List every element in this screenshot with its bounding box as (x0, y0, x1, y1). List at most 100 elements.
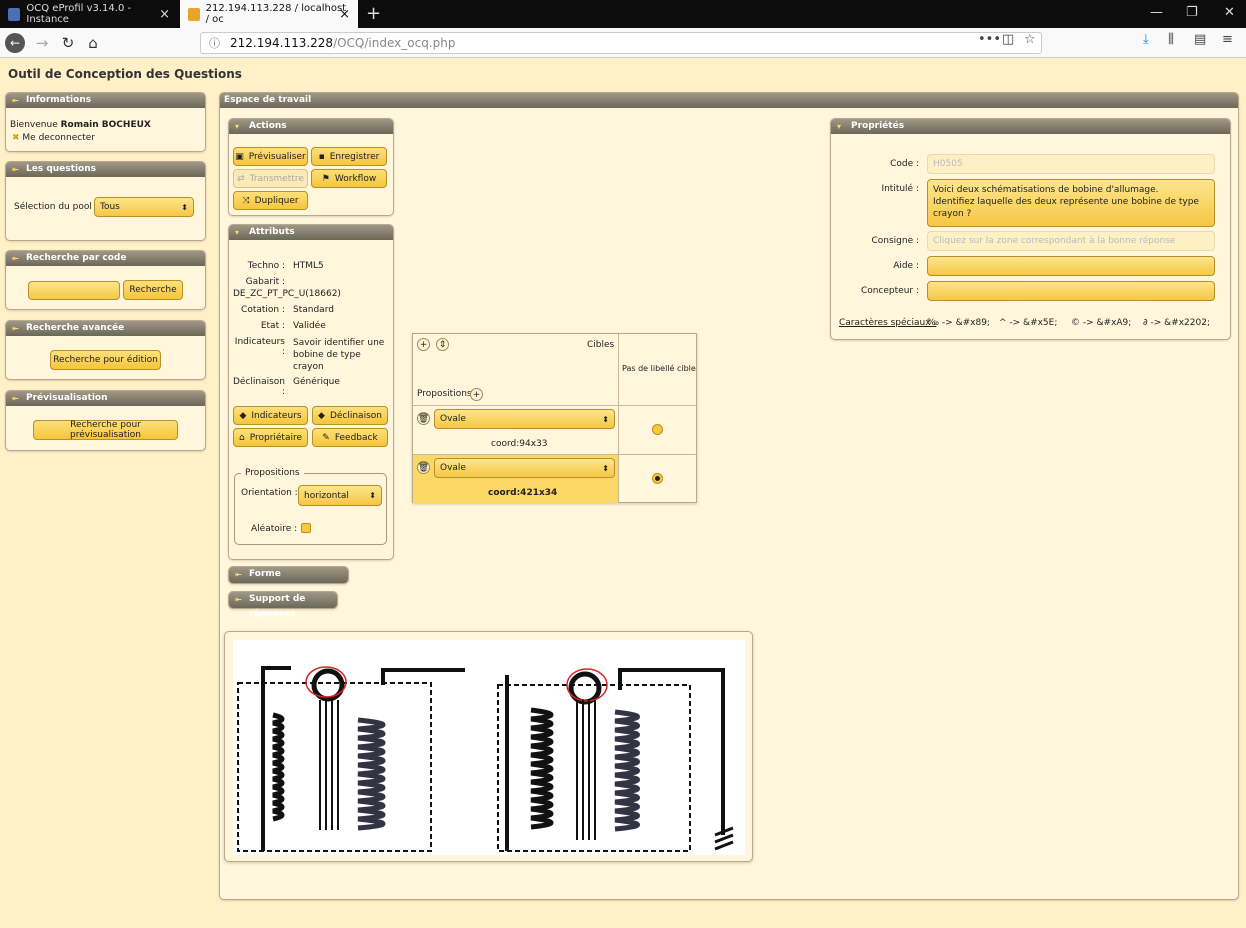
code-field[interactable]: H0505 (927, 154, 1215, 174)
browser-tab-ocq[interactable]: OCQ eProfil v3.14.0 - Instance × (0, 0, 178, 28)
grid-radio-cell (619, 455, 697, 503)
grid-header-cell: + ⇕ Cibles Propositions + (413, 334, 619, 406)
orientation-label: Orientation : (241, 488, 298, 498)
consigne-field[interactable]: Cliquez sur la zone correspondant à la b… (927, 231, 1215, 251)
random-label: Aléatoire : (251, 524, 298, 534)
forme-header[interactable]: Forme (229, 567, 348, 583)
preview-header[interactable]: Prévisualisation (6, 391, 205, 406)
grid-row: 🗑 Ovale coord:94x33 (413, 406, 619, 455)
new-tab-icon[interactable]: + (366, 3, 381, 24)
forward-icon[interactable]: → (32, 33, 52, 53)
consigne-label: Consigne : (871, 236, 919, 246)
propositions-fieldset (234, 473, 387, 545)
indicateurs-button[interactable]: ◆ Indicateurs (233, 406, 308, 425)
browser-tab-phpmyadmin[interactable]: 212.194.113.228 / localhost / oc × (180, 0, 358, 28)
search-code-header[interactable]: Recherche par code (6, 251, 205, 266)
questions-header[interactable]: Les questions (6, 162, 205, 177)
save-button[interactable]: ▪ Enregistrer (311, 147, 387, 166)
target-radio[interactable] (652, 424, 663, 435)
workflow-button[interactable]: ⚑ Workflow (311, 169, 387, 188)
bookmark-star-icon[interactable]: ☆ (1024, 32, 1036, 47)
cotation-value: Standard (293, 305, 334, 315)
feedback-button-label: Feedback (334, 432, 378, 443)
forme-panel: Forme (228, 566, 349, 584)
browser-tab-bar: OCQ eProfil v3.14.0 - Instance × 212.194… (0, 0, 1246, 28)
sort-icon[interactable]: ⇕ (436, 338, 449, 351)
techno-value: HTML5 (293, 261, 324, 271)
pool-select-value: Tous (100, 202, 120, 212)
welcome-text: Bienvenue (10, 120, 58, 130)
code-search-button[interactable]: Recherche (123, 280, 183, 300)
feedback-button[interactable]: ✎ Feedback (312, 428, 388, 447)
indicateurs-value: Savoir identifier une bobine de type cra… (293, 338, 385, 372)
logout-link[interactable]: Me deconnecter (22, 133, 95, 143)
search-preview-button[interactable]: Recherche pour prévisualisation (33, 420, 178, 440)
informations-header[interactable]: Informations (6, 93, 205, 108)
add-proposition-icon[interactable]: + (470, 388, 483, 401)
preview-icon: ▣ (235, 151, 244, 162)
site-info-icon[interactable]: ⓘ (209, 35, 220, 51)
no-label-header: Pas de libellé cible (619, 334, 697, 406)
reload-icon[interactable]: ↻ (58, 33, 78, 53)
proprietaire-button[interactable]: ⌂ Propriétaire (233, 428, 308, 447)
no-label-text: Pas de libellé cible (622, 364, 696, 373)
pocket-icon[interactable]: ◫ (1002, 32, 1014, 47)
duplicate-label: Dupliquer (254, 195, 299, 206)
minimize-icon[interactable]: — (1150, 5, 1163, 20)
download-icon[interactable]: ⤓ (1143, 32, 1149, 47)
properties-header[interactable]: Propriétés (831, 119, 1230, 134)
code-search-input[interactable] (28, 281, 120, 300)
close-window-icon[interactable]: ✕ (1224, 5, 1235, 20)
page-actions-icon[interactable]: ••• (978, 32, 1001, 47)
duplicate-button[interactable]: ⤨ Dupliquer (233, 191, 308, 210)
aide-field[interactable] (927, 256, 1215, 276)
attributes-header[interactable]: Attributs (229, 225, 393, 240)
special-char-item: ∂ -> &#x2202; (1143, 318, 1210, 328)
etat-value: Validée (293, 321, 326, 331)
url-bar[interactable]: ⓘ 212.194.113.228 /OCQ/index_ocq.php (200, 32, 1042, 54)
concepteur-field[interactable] (927, 281, 1215, 301)
actions-header[interactable]: Actions (229, 119, 393, 134)
shape-select[interactable]: Ovale (434, 458, 615, 478)
intitule-textarea[interactable]: Voici deux schématisations de bobine d'a… (927, 179, 1215, 227)
delete-icon[interactable]: 🗑 (417, 412, 430, 425)
random-checkbox[interactable] (301, 523, 311, 533)
close-tab-icon[interactable]: × (339, 7, 350, 22)
sidebar-icon[interactable]: ▤ (1194, 32, 1206, 47)
add-target-icon[interactable]: + (417, 338, 430, 351)
preview-button[interactable]: ▣ Prévisualiser (233, 147, 308, 166)
logout-icon: ✖ (12, 133, 20, 143)
home-icon: ⌂ (238, 432, 245, 443)
shape-value: Ovale (440, 414, 466, 424)
phpmyadmin-favicon-icon (188, 7, 200, 21)
library-icon[interactable]: ⫼ (1168, 32, 1174, 47)
orientation-select[interactable]: horizontal (298, 485, 382, 506)
intitule-line-1: Voici deux schématisations de bobine d'a… (933, 185, 1159, 195)
user-name: Romain BOCHEUX (60, 120, 151, 130)
flag-icon: ⚑ (321, 173, 330, 184)
tag-icon: ◆ (318, 410, 325, 421)
shape-select[interactable]: Ovale (434, 409, 615, 429)
propositions-label: Propositions (417, 389, 472, 399)
delete-icon[interactable]: 🗑 (417, 461, 430, 474)
gabarit-label: Gabarit : (245, 277, 285, 287)
answer-grid: + ⇕ Cibles Propositions + Pas de libellé… (412, 333, 697, 503)
support-header[interactable]: Support de réponses (229, 592, 337, 619)
declinaison-button-label: Déclinaison (329, 410, 382, 421)
back-icon[interactable]: ← (5, 33, 25, 53)
search-edit-button[interactable]: Recherche pour édition (50, 350, 161, 370)
search-advanced-header[interactable]: Recherche avancée (6, 321, 205, 336)
pool-select[interactable]: Tous (94, 197, 194, 217)
restore-icon[interactable]: ❐ (1186, 5, 1198, 20)
home-icon[interactable]: ⌂ (83, 33, 103, 53)
tab-title: 212.194.113.228 / localhost / oc (205, 3, 347, 25)
transmit-button[interactable]: ⇄ Transmettre (233, 169, 308, 188)
special-chars-label: Caractères spéciaux : (839, 318, 937, 328)
declinaison-button[interactable]: ◆ Déclinaison (312, 406, 388, 425)
ignition-coil-diagram[interactable] (233, 640, 745, 855)
close-tab-icon[interactable]: × (159, 7, 170, 22)
target-radio-checked[interactable] (652, 473, 663, 484)
propositions-legend: Propositions (241, 468, 304, 478)
coord-text: coord:421x34 (488, 488, 558, 498)
menu-icon[interactable]: ≡ (1222, 32, 1233, 47)
